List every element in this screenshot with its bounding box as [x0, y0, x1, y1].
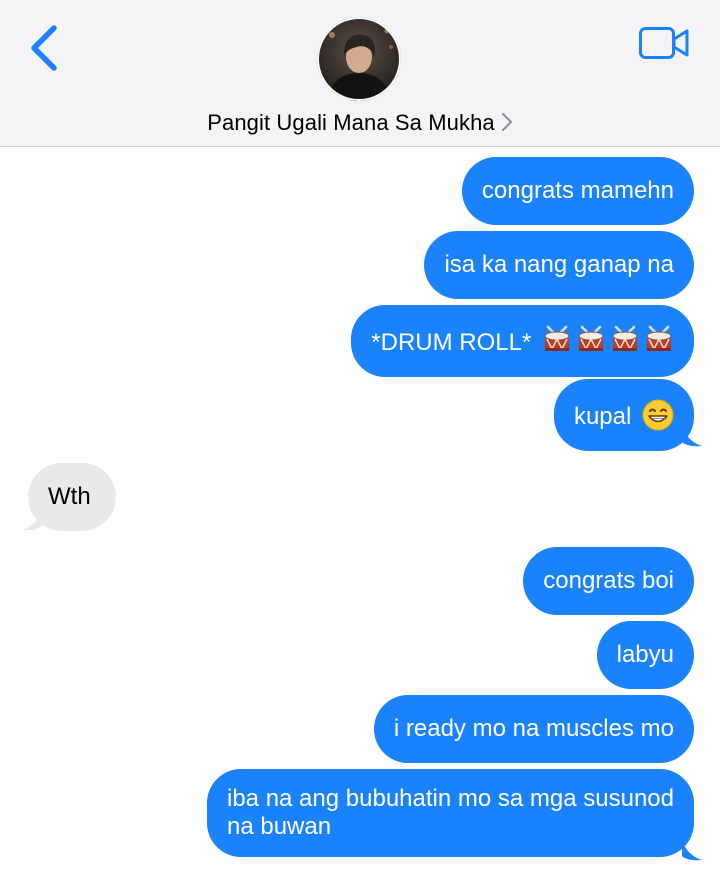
chevron-left-icon [31, 25, 57, 71]
message-bubble-sent[interactable]: isa ka nang ganap na [424, 231, 694, 299]
message-text: isa ka nang ganap na [444, 251, 674, 278]
video-camera-icon [639, 27, 689, 59]
message-text: i ready mo na muscles mo [393, 715, 674, 742]
message-bubble-sent[interactable]: i ready mo na muscles mo [373, 695, 694, 763]
chevron-right-icon [501, 112, 513, 137]
message-text: Wth [48, 483, 91, 510]
message-text: iba na ang bubuhatin mo sa mga susunod [227, 785, 674, 812]
drum-emoji-icon [542, 325, 572, 355]
message-bubble-sent[interactable]: iba na ang bubuhatin mo sa mga susunod n… [207, 769, 694, 857]
message-text-line2: na buwan [227, 813, 332, 840]
message-bubble-received[interactable]: Wth [28, 463, 116, 531]
message-text: congrats boi [543, 567, 674, 594]
message-bubble-sent[interactable]: kupal [553, 379, 694, 451]
contact-name-button[interactable]: Pangit Ugali Mana Sa Mukha [0, 110, 720, 137]
contact-name: Pangit Ugali Mana Sa Mukha [207, 110, 495, 135]
avatar[interactable] [317, 17, 401, 101]
back-button[interactable] [22, 20, 70, 76]
video-call-button[interactable] [638, 26, 690, 60]
conversation-header: Pangit Ugali Mana Sa Mukha [0, 0, 720, 147]
contact-photo [317, 17, 401, 101]
message-text: labyu [616, 641, 674, 668]
bubble-tail [682, 424, 702, 447]
message-bubble-sent[interactable]: congrats mamehn [461, 157, 694, 225]
message-text: kupal [573, 403, 632, 430]
message-bubble-sent[interactable]: *DRUM ROLL* [351, 305, 694, 377]
drum-emoji-icon [644, 325, 674, 355]
message-bubble-sent[interactable]: labyu [596, 621, 694, 689]
drum-emoji-icon [576, 325, 606, 355]
grinning-face-emoji-icon [642, 399, 674, 431]
bubble-tail [682, 838, 702, 861]
message-text: congrats mamehn [481, 177, 674, 204]
drum-emoji-icon [610, 325, 640, 355]
message-text: *DRUM ROLL* [371, 329, 532, 356]
message-bubble-sent[interactable]: congrats boi [523, 547, 694, 615]
